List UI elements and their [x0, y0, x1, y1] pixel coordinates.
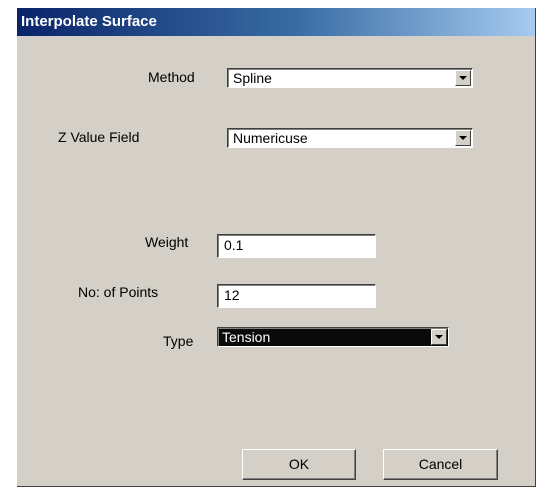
z-value-field-dropdown-button[interactable]: [455, 130, 471, 146]
weight-input[interactable]: 0.1: [217, 234, 376, 258]
chevron-down-icon: [435, 335, 443, 339]
chevron-down-icon: [459, 76, 467, 80]
method-value: Spline: [233, 70, 272, 86]
z-value-field-value: Numericuse: [233, 130, 308, 146]
type-dropdown-button[interactable]: [431, 329, 447, 345]
type-dropdown[interactable]: Tension: [217, 327, 449, 347]
weight-label: Weight: [145, 234, 189, 250]
cancel-button[interactable]: Cancel: [383, 449, 498, 480]
z-value-field-dropdown[interactable]: Numericuse: [227, 128, 473, 148]
type-label: Type: [163, 333, 194, 349]
method-dropdown[interactable]: Spline: [227, 68, 473, 88]
chevron-down-icon: [459, 136, 467, 140]
no-of-points-input[interactable]: 12: [217, 284, 376, 308]
ok-button[interactable]: OK: [242, 449, 356, 480]
no-of-points-label: No: of Points: [78, 284, 159, 300]
method-dropdown-button[interactable]: [455, 70, 471, 86]
type-value: Tension: [220, 329, 426, 345]
dialog-title: Interpolate Surface: [17, 8, 535, 36]
interpolate-surface-dialog: Interpolate Surface Method Spline Z Valu…: [17, 8, 536, 487]
method-label: Method: [148, 69, 195, 85]
z-value-field-label: Z Value Field: [58, 129, 140, 145]
